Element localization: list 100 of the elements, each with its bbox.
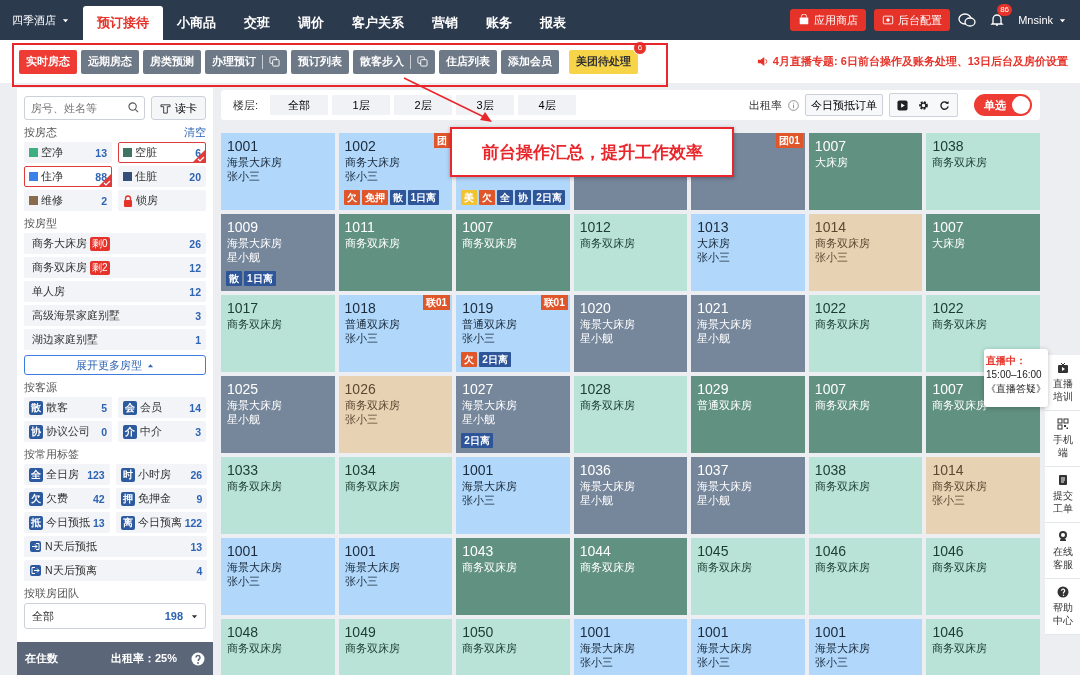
guest-name: 星小舰: [579, 493, 613, 507]
room-number: 1044: [579, 543, 611, 560]
room-number: 1001: [579, 624, 611, 641]
group-badge: 团01: [775, 133, 803, 148]
floor-label: 楼层:: [233, 97, 259, 113]
filter-count: 6: [195, 146, 201, 159]
source-badge: 协: [29, 424, 43, 439]
source-badge: 会: [123, 400, 137, 415]
tag-badge: 抵: [29, 515, 43, 530]
room-tag: 免押: [361, 190, 388, 205]
filter-label: 住脏: [135, 169, 157, 184]
room-tag: 协: [515, 190, 532, 205]
filter-label: 全日房: [46, 467, 79, 482]
room-number: 1007: [932, 219, 964, 236]
tag-badge: 时: [120, 467, 135, 482]
room-number: 1001: [462, 462, 494, 479]
room-tag: 1日离: [407, 190, 440, 205]
room-number: 1022: [814, 300, 846, 317]
room-type: 商务双床房: [344, 641, 400, 655]
filter-count: 26: [189, 237, 201, 250]
room-number: 1007: [814, 381, 846, 398]
room-type: 商务大床房: [344, 155, 400, 169]
rate-text: 出租率：25%: [110, 651, 177, 666]
live-status: 直播中：: [986, 354, 1027, 368]
filter-count: 14: [189, 401, 201, 414]
guest-name: 张小三: [814, 655, 848, 669]
tag-badge: 押: [120, 491, 135, 506]
room-number: 1020: [579, 300, 611, 317]
filter-label: 住净: [41, 169, 63, 184]
room-number: 1022: [932, 300, 964, 317]
room-number: 1011: [344, 219, 375, 236]
filter-count: 13: [190, 540, 203, 553]
filter-label: 欠费: [46, 491, 68, 506]
room-type: 商务双床房: [227, 479, 282, 493]
room-type: 商务双床房: [932, 155, 988, 169]
filter-label: 锁房: [136, 193, 158, 208]
filter-count: 12: [189, 261, 201, 274]
room-number: 1001: [227, 543, 259, 560]
room-number: 1050: [462, 624, 494, 641]
section-title: 按常用标签: [24, 448, 79, 461]
section-title: 按房型: [24, 217, 57, 230]
filter-count: 42: [93, 492, 105, 505]
tag-badge: 欠: [29, 491, 43, 506]
room-number: 1014: [814, 219, 846, 236]
guest-name: 张小三: [932, 493, 966, 507]
room-type: 普通双床房: [697, 398, 753, 412]
filter-count: 2: [101, 194, 107, 207]
room-number: 1043: [462, 543, 494, 560]
room-tag: 欠: [479, 190, 496, 205]
room-type: 商务双床房: [932, 479, 988, 493]
room-type: 海景大床房: [227, 236, 282, 250]
room-type: 商务双床房: [462, 641, 518, 655]
room-number: 1048: [227, 624, 259, 641]
filter-label: N天后预离: [45, 563, 97, 578]
room-type: 海景大床房: [462, 398, 518, 412]
guest-name: 张小三: [344, 331, 378, 345]
filter-label: 协议公司: [46, 424, 90, 439]
source-badge: 散: [29, 400, 43, 415]
room-type: 商务双床房: [227, 317, 282, 331]
room-type: 海景大床房: [462, 479, 518, 493]
guest-name: 张小三: [344, 574, 378, 588]
guest-name: 张小三: [344, 169, 378, 183]
room-type: 商务双床房: [227, 641, 282, 655]
guest-name: 星小舰: [697, 493, 731, 507]
room-number: 1018: [344, 300, 376, 317]
room-number: 1007: [462, 219, 494, 236]
room-number: 1021: [697, 300, 729, 317]
room-type: 商务双床房: [579, 236, 635, 250]
room-type: 大床房: [814, 155, 848, 169]
filter-count: 5: [101, 401, 107, 414]
filter-label: 中介: [140, 424, 162, 439]
room-type: 商务双床房: [344, 236, 400, 250]
room-number: 1002: [344, 138, 376, 155]
section-title: 按房态: [24, 126, 57, 139]
filter-label: 小时房: [137, 467, 171, 482]
guest-name: 张小三: [227, 169, 260, 183]
room-tag: 2日离: [461, 433, 493, 448]
room-type: 海景大床房: [697, 317, 753, 331]
room-type: 商务双床房: [932, 560, 988, 574]
room-number: 1046: [814, 543, 846, 560]
room-number: 1013: [697, 219, 729, 236]
room-number: 1001: [344, 543, 376, 560]
filter-count: 3: [195, 309, 201, 322]
room-type: 商务双床房: [344, 398, 400, 412]
filter-count: 12: [189, 285, 201, 298]
room-number: 1019: [462, 300, 494, 317]
room-number: 1028: [579, 381, 611, 398]
room-type: 商务双床房: [462, 560, 518, 574]
filter-count: 88: [95, 170, 107, 183]
room-type: 商务双床房: [462, 236, 518, 250]
room-tag: 2日离: [479, 352, 511, 367]
room-type: 大床房: [932, 236, 966, 250]
room-number: 1027: [462, 381, 494, 398]
guest-name: 张小三: [579, 655, 613, 669]
filter-label: 商务大床房: [32, 236, 87, 251]
filter-label: 免押金: [137, 491, 171, 506]
filter-label: 今日预离: [137, 515, 182, 530]
group-badge: 联01: [540, 295, 568, 310]
guest-name: 星小舰: [697, 331, 731, 345]
room-number: 1029: [697, 381, 729, 398]
